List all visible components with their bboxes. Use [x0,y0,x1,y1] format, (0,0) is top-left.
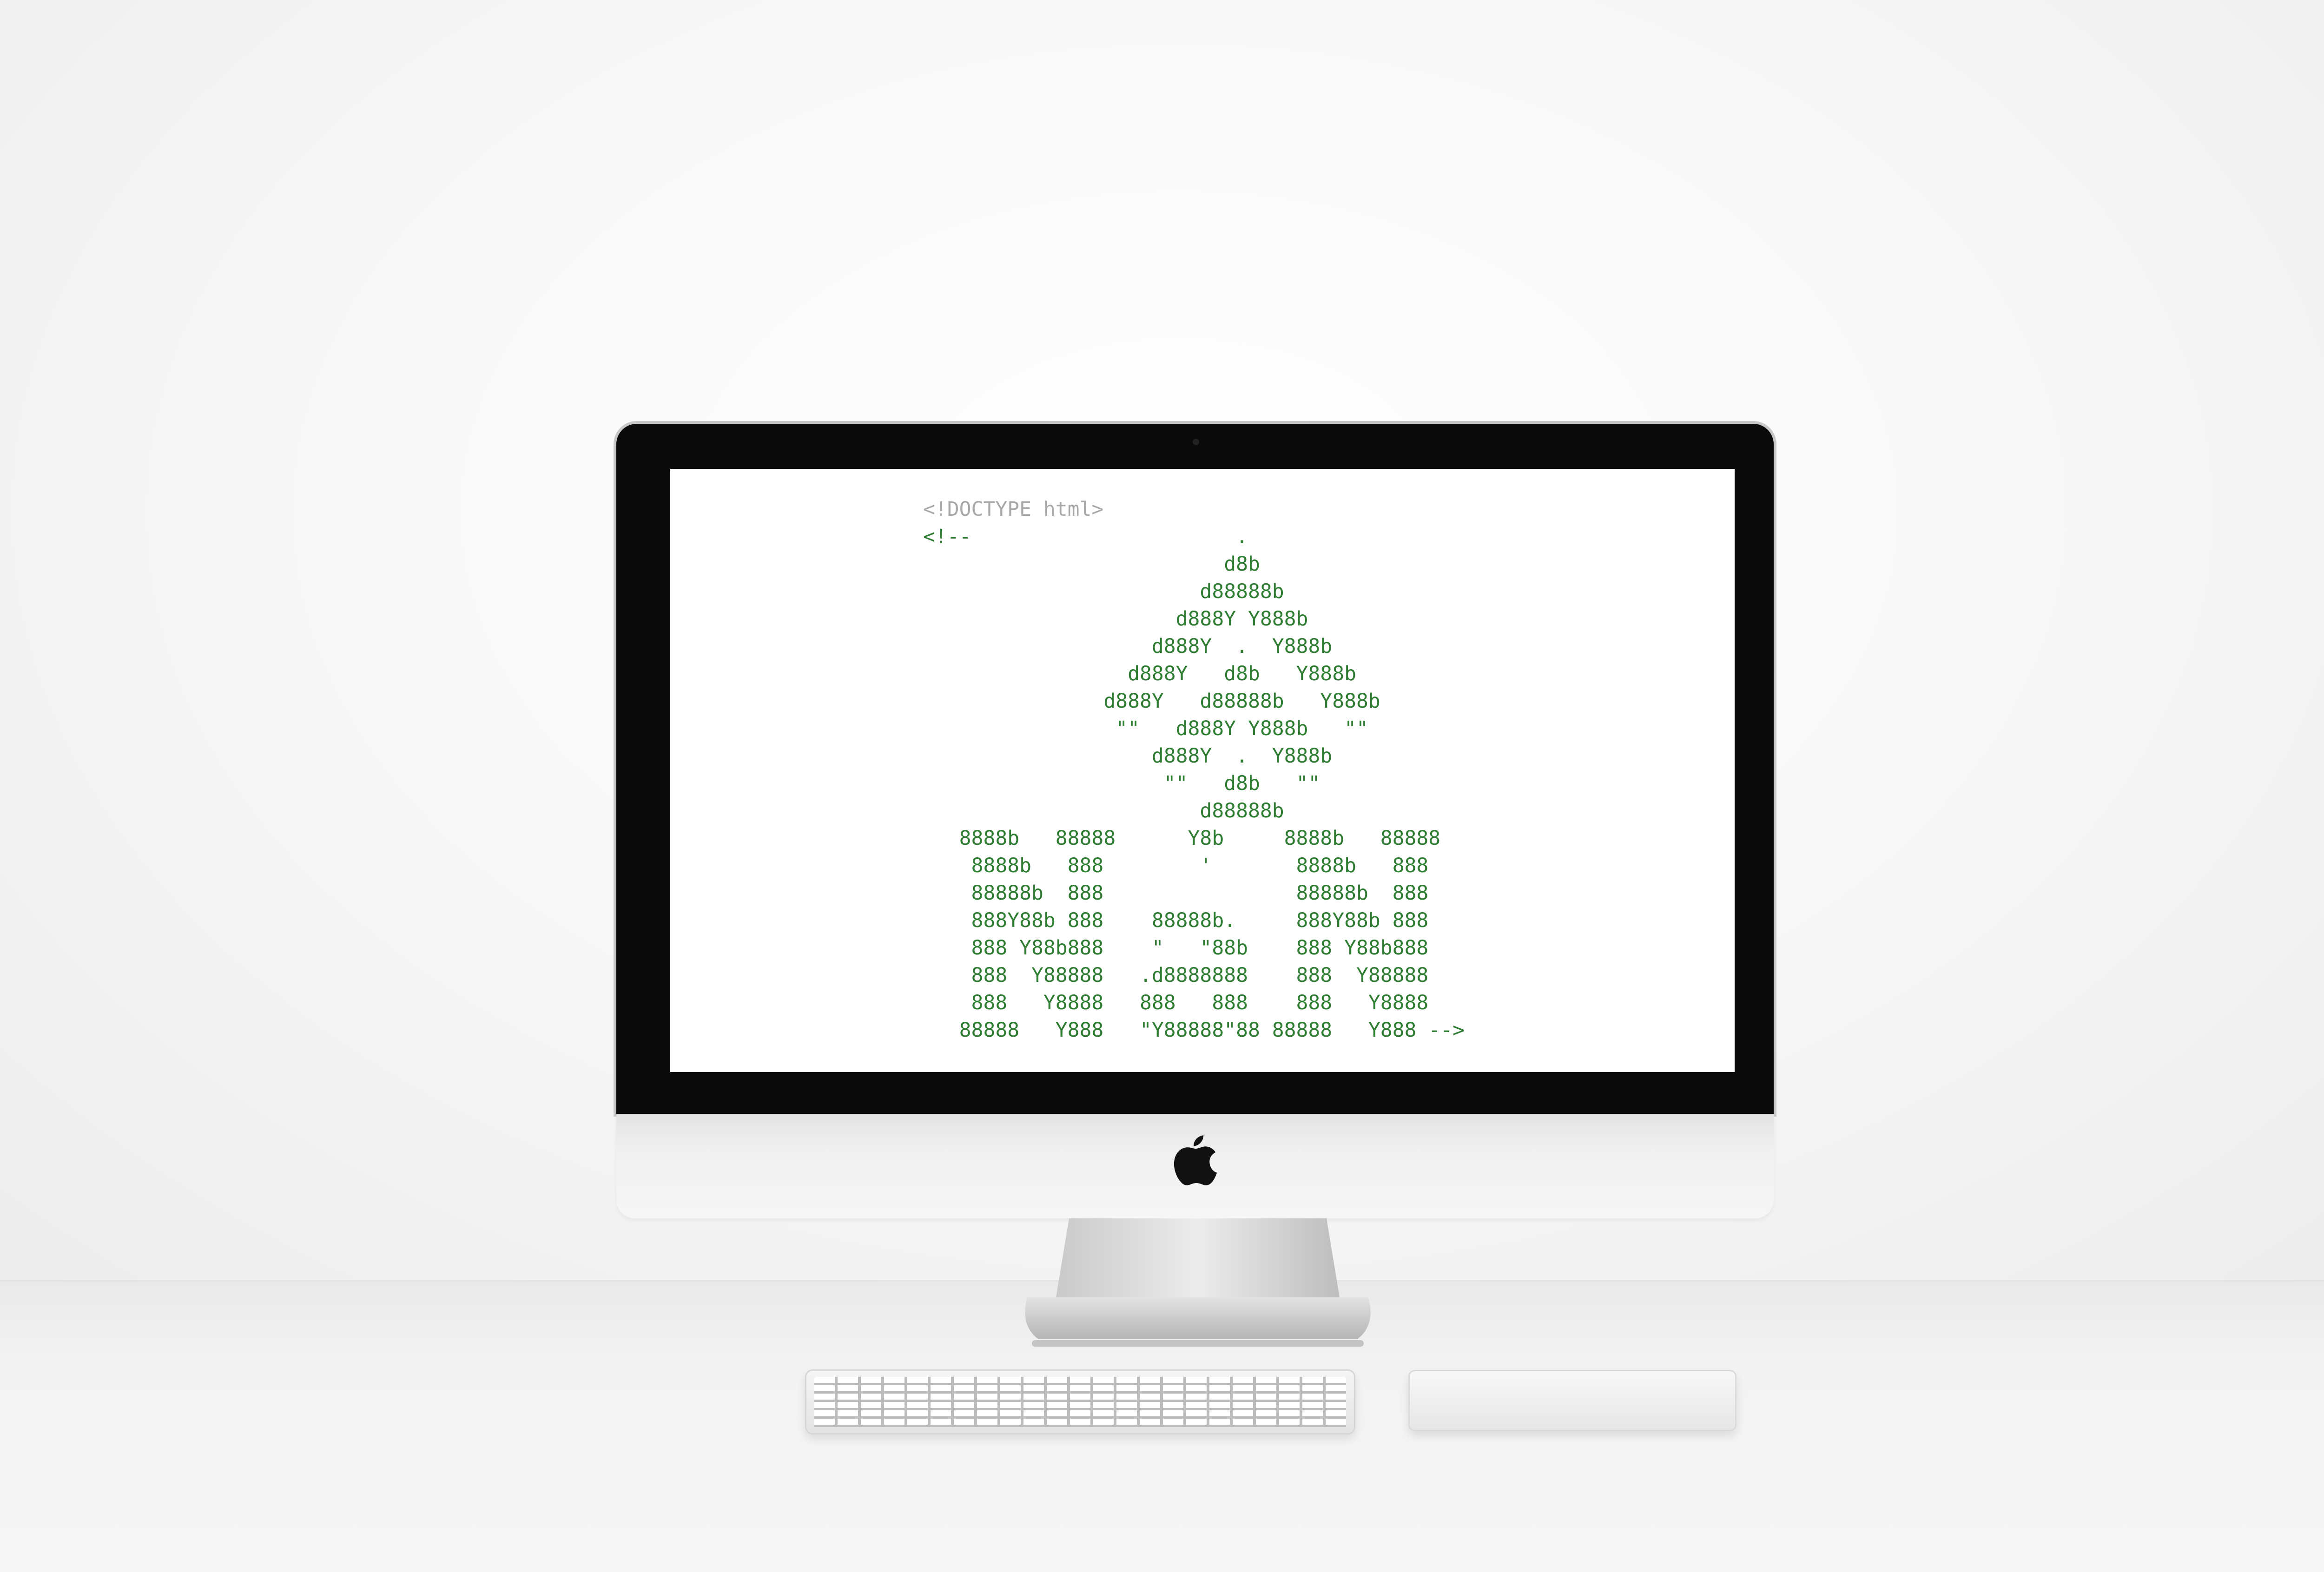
keyboard-keys [814,1377,1346,1427]
doctype-line: <!DOCTYPE html> [923,498,1104,521]
camera-icon [1193,439,1199,445]
imac-stand [1025,1218,1371,1347]
ascii-art-comment: <!-- . d8b d88888b d888Y Y888b d888Y . Y… [923,525,1465,1042]
ascii-art-code: <!DOCTYPE html> <!-- . d8b d88888b d888Y… [923,496,1465,1044]
imac-display-bezel: <!DOCTYPE html> <!-- . d8b d88888b d888Y… [616,424,1774,1114]
keyboard [805,1369,1355,1434]
imac-screen: <!DOCTYPE html> <!-- . d8b d88888b d888Y… [670,469,1735,1072]
apple-logo-icon [1174,1135,1217,1185]
imac-chin [616,1114,1774,1218]
trackpad [1408,1370,1736,1431]
